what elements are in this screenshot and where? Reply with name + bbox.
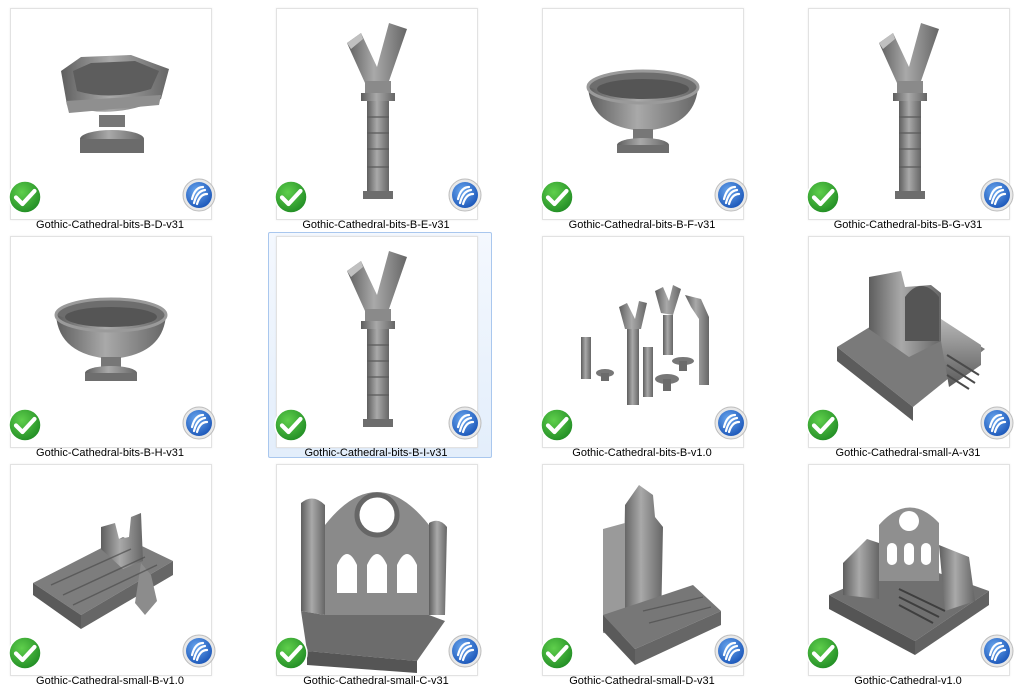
- sync-ok-check-icon: [274, 636, 308, 670]
- sync-ok-check-icon: [540, 636, 574, 670]
- sync-ok-check-icon: [8, 636, 42, 670]
- file-name-label: Gothic-Cathedral-bits-B-I-v31: [304, 447, 448, 459]
- sync-ok-check-icon: [540, 180, 574, 214]
- sync-ok-check-icon: [274, 408, 308, 442]
- app-badge-icon: [448, 634, 482, 668]
- file-name-label: Gothic-Cathedral-bits-B-E-v31: [302, 219, 450, 231]
- sync-ok-check-icon: [274, 180, 308, 214]
- file-name-label: Gothic-Cathedral-bits-B-G-v31: [833, 219, 983, 231]
- sync-ok-check-icon: [8, 180, 42, 214]
- file-tile[interactable]: Gothic-Cathedral-bits-B-H-v31: [8, 236, 216, 462]
- file-tile[interactable]: Gothic-Cathedral-bits-B-D-v31: [8, 8, 216, 234]
- file-tile[interactable]: Gothic-Cathedral-bits-B-G-v31: [806, 8, 1014, 234]
- file-name-label: Gothic-Cathedral-bits-B-H-v31: [36, 447, 184, 459]
- app-badge-icon: [714, 634, 748, 668]
- sync-ok-check-icon: [540, 408, 574, 442]
- sync-ok-check-icon: [806, 636, 840, 670]
- app-badge-icon: [182, 406, 216, 440]
- app-badge-icon: [448, 178, 482, 212]
- file-tile[interactable]: Gothic-Cathedral-small-C-v31: [274, 464, 482, 690]
- file-tile[interactable]: Gothic-Cathedral-small-A-v31: [806, 236, 1014, 462]
- file-tile[interactable]: Gothic-Cathedral-small-B-v1.0: [8, 464, 216, 690]
- app-badge-icon: [980, 406, 1014, 440]
- file-tile[interactable]: Gothic-Cathedral-bits-B-F-v31: [540, 8, 748, 234]
- file-name-label: Gothic-Cathedral-bits-B-F-v31: [568, 219, 716, 231]
- app-badge-icon: [448, 406, 482, 440]
- file-name-label: Gothic-Cathedral-small-A-v31: [835, 447, 981, 459]
- file-name-label: Gothic-Cathedral-small-D-v31: [569, 675, 715, 687]
- file-name-label: Gothic-Cathedral-small-C-v31: [303, 675, 449, 687]
- file-name-label: Gothic-Cathedral-bits-B-v1.0: [572, 447, 712, 459]
- sync-ok-check-icon: [8, 408, 42, 442]
- file-name-label: Gothic-Cathedral-v1.0: [854, 675, 962, 687]
- app-badge-icon: [980, 178, 1014, 212]
- app-badge-icon: [980, 634, 1014, 668]
- app-badge-icon: [714, 178, 748, 212]
- file-name-label: Gothic-Cathedral-small-B-v1.0: [36, 675, 184, 687]
- sync-ok-check-icon: [806, 408, 840, 442]
- sync-ok-check-icon: [806, 180, 840, 214]
- file-tile[interactable]: Gothic-Cathedral-bits-B-I-v31: [268, 232, 492, 462]
- file-tile[interactable]: Gothic-Cathedral-v1.0: [806, 464, 1014, 690]
- file-tile[interactable]: Gothic-Cathedral-bits-B-E-v31: [274, 8, 482, 234]
- app-badge-icon: [182, 634, 216, 668]
- app-badge-icon: [182, 178, 216, 212]
- file-tile[interactable]: Gothic-Cathedral-small-D-v31: [540, 464, 748, 690]
- file-name-label: Gothic-Cathedral-bits-B-D-v31: [36, 219, 184, 231]
- app-badge-icon: [714, 406, 748, 440]
- file-tile[interactable]: Gothic-Cathedral-bits-B-v1.0: [540, 236, 748, 462]
